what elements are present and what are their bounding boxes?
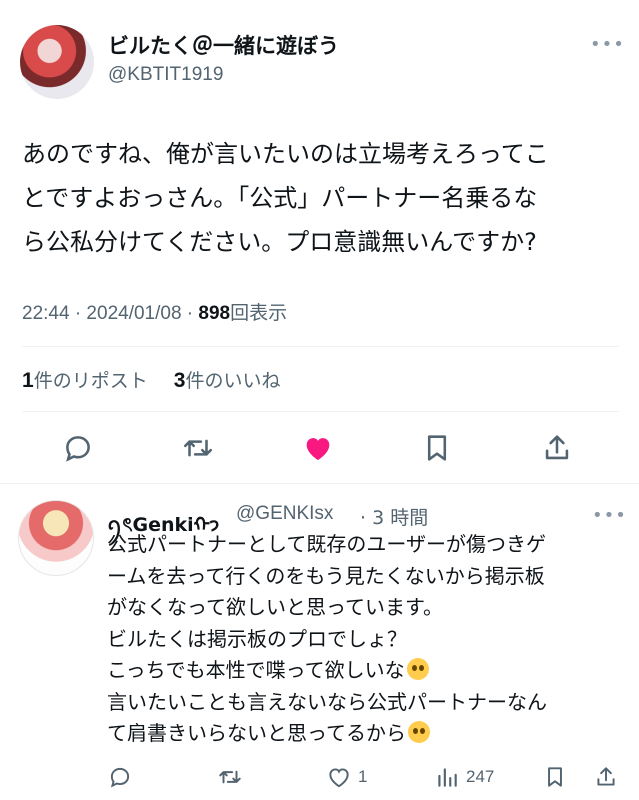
bookmark-icon <box>548 767 562 787</box>
tweet-meta: 22:44 · 2024/01/08 · 898回表示 <box>22 298 287 325</box>
author-name[interactable]: ビルたく＠一緒に遊ぼう <box>108 30 339 60</box>
divider <box>0 483 639 484</box>
reply-icon <box>110 767 130 788</box>
heart-filled-icon <box>306 438 330 461</box>
tweet-text-line: ら公私分けてください。プロ意識無いんですか? <box>22 228 537 256</box>
author-handle[interactable]: @KBTIT1919 <box>108 64 223 86</box>
tweet-stats: 1件のリポスト 3件のいいね <box>22 366 281 393</box>
repost-icon <box>183 439 213 457</box>
repost-button[interactable] <box>178 428 218 468</box>
bookmark-icon <box>427 435 447 461</box>
more-options-icon[interactable]: ••• <box>590 34 625 55</box>
like-button[interactable] <box>298 428 338 468</box>
reply-share-button[interactable] <box>593 764 619 790</box>
reply-text-line: ビルたくは掲示板のプロでしょ？ <box>107 626 407 651</box>
reply-views-count: 247 <box>466 767 495 786</box>
reply-text-line: て肩書きいらないと思ってるから <box>107 718 627 750</box>
views-count: 898 <box>198 303 231 324</box>
share-icon <box>597 767 615 786</box>
analytics-icon <box>438 768 457 787</box>
views-label: 回表示 <box>230 302 288 324</box>
tweet-timestamp[interactable]: 22:44 · 2024/01/08 · <box>22 303 198 324</box>
heart-icon <box>329 768 349 788</box>
reply-button[interactable] <box>58 428 98 468</box>
reply-text-line: 公式パートナーとして既存のユーザーが傷つきゲ <box>107 532 546 556</box>
reply-bookmark-button[interactable] <box>542 764 568 790</box>
reply-text-line: こっちでも本性で喋って欲しいな <box>107 655 627 687</box>
divider <box>22 411 619 412</box>
reply-text-line: がなくなって欲しいと思っています。 <box>107 595 443 619</box>
likes-stat[interactable]: 3件のいいね <box>174 369 281 392</box>
reply-text-line: ームを去って行くのをもう見たくないから掲示板 <box>107 563 545 588</box>
reply-repost-button[interactable] <box>217 764 243 790</box>
tweet-text: あのですね、俺が言いたいのは立場考えろってこ とですよおっさん。「公式」パートナ… <box>22 132 622 264</box>
reply-text-line: 言いたいことも言えないなら公式パートナーなん <box>107 689 547 714</box>
reply-like-count: 1 <box>358 767 368 786</box>
repost-icon <box>219 770 241 784</box>
reply-like-button[interactable]: 1 <box>326 764 367 790</box>
reply-timestamp[interactable]: · 3 時間 <box>360 503 428 530</box>
tears-of-joy-emoji-icon <box>408 721 430 743</box>
author-avatar[interactable] <box>20 25 94 99</box>
reply-author-handle[interactable]: @GENKIsx <box>236 503 333 525</box>
reposts-stat[interactable]: 1件のリポスト <box>22 369 148 392</box>
reply-author-avatar[interactable] <box>18 500 94 576</box>
tweet-text-line: あのですね、俺が言いたいのは立場考えろってこ <box>22 140 549 168</box>
reply-icon <box>66 436 90 462</box>
bookmark-button[interactable] <box>417 428 457 468</box>
reply-text: 公式パートナーとして既存のユーザーが傷つきゲ ームを去って行くのをもう見たくない… <box>107 529 627 750</box>
share-button[interactable] <box>537 428 577 468</box>
pleading-face-emoji-icon <box>406 658 429 680</box>
reply-more-options-icon[interactable]: ••• <box>592 505 627 526</box>
reply-reply-button[interactable] <box>107 764 133 790</box>
divider <box>22 346 619 347</box>
tweet-text-line: とですよおっさん。「公式」パートナー名乗るな <box>22 184 538 212</box>
reply-views-button[interactable]: 247 <box>434 764 494 790</box>
share-icon <box>545 435 569 460</box>
